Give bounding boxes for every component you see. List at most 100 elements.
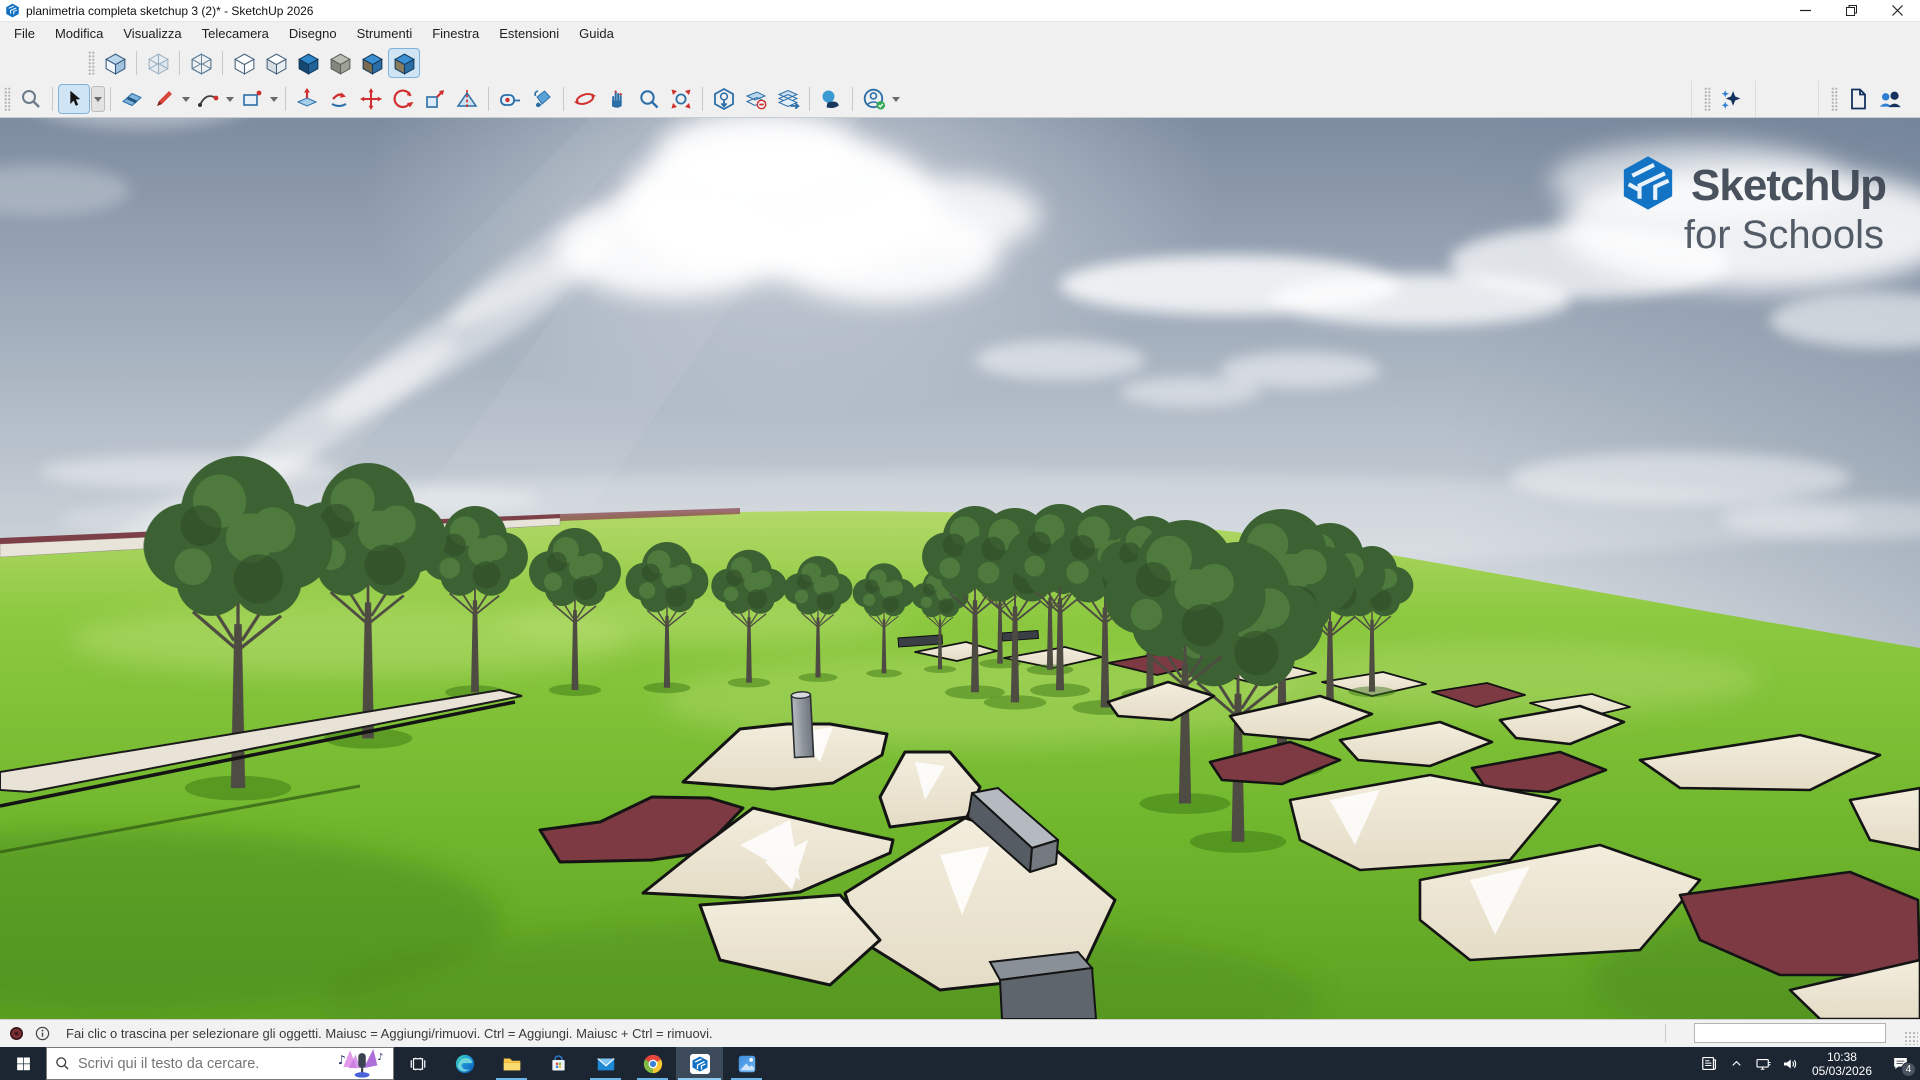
iso-view-cube-button[interactable] (99, 48, 131, 78)
menu-modifica[interactable]: Modifica (45, 22, 113, 45)
xray-style-button[interactable] (142, 48, 174, 78)
move-tool-button[interactable] (355, 84, 387, 114)
hiddenline-style-button[interactable] (228, 48, 260, 78)
line-tool-dropdown[interactable] (182, 97, 190, 102)
offset-tool-button[interactable] (323, 84, 355, 114)
menu-file[interactable]: File (4, 22, 45, 45)
shaded-white-cube-button[interactable] (260, 48, 292, 78)
toolbar-grip[interactable] (1831, 87, 1838, 111)
tray-chevron-up-icon[interactable] (1723, 1047, 1750, 1080)
orbit-tool-button[interactable] (569, 84, 601, 114)
search-tool-button[interactable] (15, 84, 47, 114)
sketchup-taskbar-button[interactable] (676, 1047, 723, 1080)
geo-location-icon[interactable] (8, 1025, 25, 1042)
status-bar: Fai clic o trascina per selezionare gli … (0, 1019, 1920, 1047)
info-icon[interactable] (34, 1025, 51, 1042)
close-button[interactable] (1874, 0, 1920, 21)
account-button[interactable] (858, 84, 890, 114)
wireframe-style-button[interactable] (185, 48, 217, 78)
toolbar-grip[interactable] (88, 51, 95, 75)
sketchup-taskbar-icon (688, 1052, 712, 1076)
file-explorer-taskbar-button[interactable] (488, 1047, 535, 1080)
3d-scene-canvas (0, 118, 1920, 1019)
mic-karaoke-art-icon[interactable]: ♪♪ (335, 1049, 387, 1080)
edge-icon (454, 1053, 476, 1075)
menu-finestra[interactable]: Finestra (422, 22, 489, 45)
ai-sparkles-button[interactable] (1715, 84, 1747, 114)
rectangle-tool-dropdown[interactable] (270, 97, 278, 102)
chrome-taskbar-button[interactable] (629, 1047, 676, 1080)
mail-taskbar-button[interactable] (582, 1047, 629, 1080)
notifications-button[interactable]: 4 (1880, 1047, 1920, 1080)
start-button[interactable] (0, 1047, 46, 1080)
select-tool-dropdown[interactable] (91, 86, 105, 112)
rotate-tool-button[interactable] (387, 84, 419, 114)
task-view-button[interactable] (394, 1047, 441, 1080)
photos-icon (736, 1053, 758, 1075)
zoom-tool-button[interactable] (633, 84, 665, 114)
menu-estensioni[interactable]: Estensioni (489, 22, 569, 45)
menu-disegno[interactable]: Disegno (279, 22, 347, 45)
taskbar-search-input[interactable] (78, 1056, 308, 1072)
pan-tool-button[interactable] (601, 84, 633, 114)
status-hint: Fai clic o trascina per selezionare gli … (66, 1026, 713, 1041)
solid-tools-button[interactable] (740, 84, 772, 114)
tray-clock[interactable]: 10:38 05/03/2026 (1804, 1050, 1880, 1078)
pushpull-tool-button[interactable] (291, 84, 323, 114)
volume-icon[interactable] (1777, 1047, 1804, 1080)
rectangle-tool-button[interactable] (236, 84, 268, 114)
minimize-button[interactable] (1782, 0, 1828, 21)
chrome-icon (642, 1053, 664, 1075)
menu-strumenti[interactable]: Strumenti (347, 22, 423, 45)
account-dropdown[interactable] (892, 97, 900, 102)
sketchup-window: planimetria completa sketchup 3 (2)* - S… (0, 0, 1920, 1080)
microsoft-store-icon (548, 1053, 569, 1074)
file-share-group (1818, 81, 1920, 117)
task-view-icon (409, 1055, 427, 1073)
toolbar-grip[interactable] (4, 87, 11, 111)
news-widgets-icon[interactable] (1696, 1047, 1723, 1080)
toolbar-grip[interactable] (1704, 87, 1711, 111)
tray-date: 05/03/2026 (1812, 1064, 1872, 1078)
collaborators-button[interactable] (1874, 84, 1906, 114)
layers-export-button[interactable] (772, 84, 804, 114)
menu-telecamera[interactable]: Telecamera (192, 22, 279, 45)
shaded-blue-cube-button[interactable] (292, 48, 324, 78)
line-tool-button[interactable] (148, 84, 180, 114)
svg-text:♪: ♪ (338, 1053, 346, 1067)
resize-grip[interactable] (1904, 1031, 1918, 1045)
restore-button[interactable] (1828, 0, 1874, 21)
tape-measure-tool-button[interactable] (494, 84, 526, 114)
views-toolbar (0, 45, 1920, 81)
zoom-extents-tool-button[interactable] (665, 84, 697, 114)
window-title: planimetria completa sketchup 3 (2)* - S… (26, 4, 313, 18)
flip-tool-button[interactable] (451, 84, 483, 114)
menu-guida[interactable]: Guida (569, 22, 624, 45)
tray-time: 10:38 (1812, 1050, 1872, 1064)
textured-cube-button[interactable] (356, 48, 388, 78)
select-tool-button[interactable] (58, 84, 90, 114)
paint-bucket-tool-button[interactable] (526, 84, 558, 114)
ai-toolbar-group (1691, 81, 1756, 117)
warehouse-download-button[interactable] (708, 84, 740, 114)
eraser-tool-button[interactable] (116, 84, 148, 114)
notification-count-badge: 4 (1901, 1062, 1916, 1077)
3d-viewport[interactable]: SketchUp for Schools (0, 118, 1920, 1019)
monochrome-cube-button[interactable] (324, 48, 356, 78)
store-taskbar-button[interactable] (535, 1047, 582, 1080)
taskbar-search-box[interactable]: ♪♪ (46, 1047, 394, 1080)
measurements-input[interactable] (1694, 1023, 1886, 1043)
sketchup-app-icon (5, 3, 20, 18)
new-document-button[interactable] (1842, 84, 1874, 114)
shadows-tool-button[interactable] (815, 84, 847, 114)
arc-tool-dropdown[interactable] (226, 97, 234, 102)
arc-tool-button[interactable] (192, 84, 224, 114)
textured-selected-cube-button[interactable] (388, 48, 420, 78)
edge-taskbar-button[interactable] (441, 1047, 488, 1080)
menu-visualizza[interactable]: Visualizza (113, 22, 191, 45)
network-icon[interactable] (1750, 1047, 1777, 1080)
search-icon (55, 1056, 70, 1071)
scale-tool-button[interactable] (419, 84, 451, 114)
title-bar: planimetria completa sketchup 3 (2)* - S… (0, 0, 1920, 22)
photos-taskbar-button[interactable] (723, 1047, 770, 1080)
